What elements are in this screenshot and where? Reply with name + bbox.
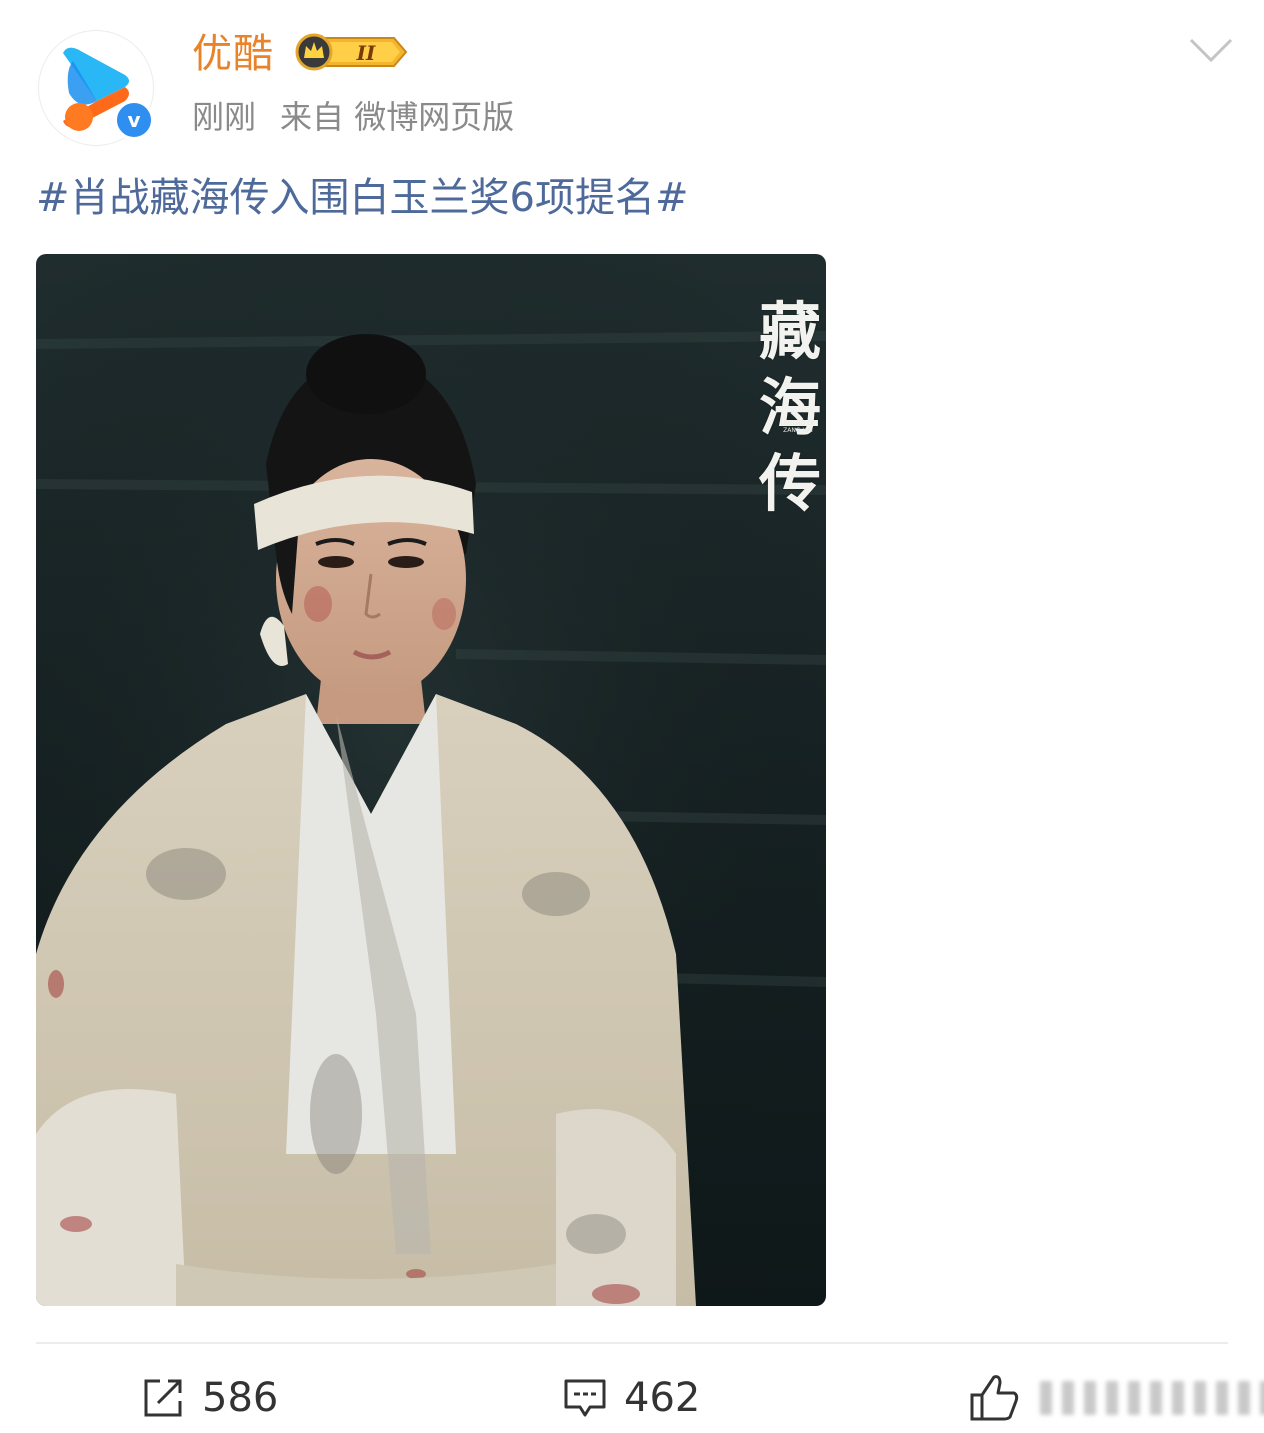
comment-count: 462 xyxy=(624,1375,701,1421)
post-time: 刚刚 xyxy=(192,98,257,136)
chevron-down-icon[interactable] xyxy=(1188,36,1234,66)
verified-badge-icon: v xyxy=(114,100,154,140)
post-topic-link[interactable]: #肖战藏海传入围白玉兰奖6项提名# xyxy=(36,170,688,226)
comment-icon xyxy=(564,1379,606,1417)
repost-count: 586 xyxy=(202,1375,279,1421)
weibo-post: v 优酷 II 刚刚 来自 微博网页版 #肖战藏海传入围白玉兰奖6项提名# 藏 … xyxy=(0,0,1264,1433)
user-name[interactable]: 优酷 xyxy=(192,28,274,80)
vip-level: II xyxy=(356,41,376,65)
like-button[interactable] xyxy=(968,1370,1264,1426)
thumbs-up-icon xyxy=(970,1375,1019,1421)
post-image[interactable]: 藏海传 LEGEND OF ZANG HAI xyxy=(36,254,826,1306)
repost-icon xyxy=(144,1379,182,1417)
post-meta: 刚刚 来自 微博网页版 xyxy=(192,96,538,138)
divider xyxy=(36,1342,1228,1344)
comment-button[interactable]: 462 xyxy=(562,1370,700,1426)
drama-title: 藏海传 xyxy=(758,295,821,520)
drama-subtitle: LEGEND OF ZANG HAI xyxy=(780,420,816,434)
drama-still-image xyxy=(36,254,826,1306)
like-count-obscured xyxy=(1040,1381,1264,1415)
repost-button[interactable]: 586 xyxy=(140,1370,278,1426)
vip-badge-icon[interactable]: II xyxy=(294,32,408,72)
post-source[interactable]: 来自 微博网页版 xyxy=(280,98,514,136)
